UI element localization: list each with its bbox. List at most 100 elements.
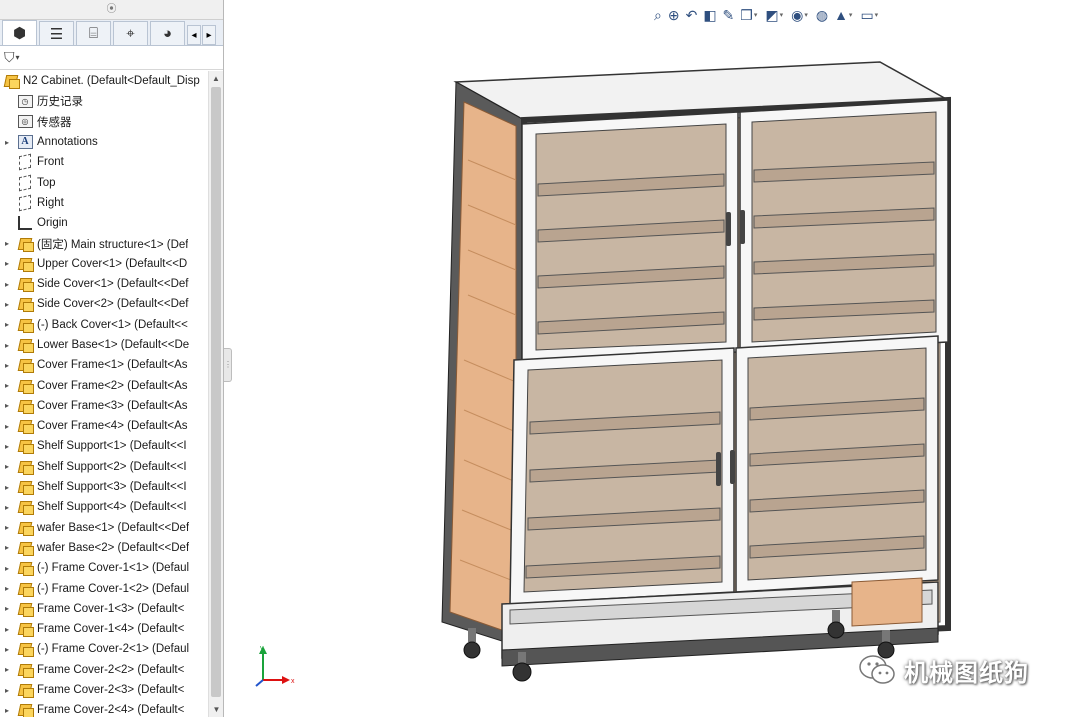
expand-arrow-icon[interactable]: ▸ <box>2 523 12 532</box>
tree-item[interactable]: ▸ (-) Frame Cover-1<1> (Defaul <box>0 558 208 578</box>
feature-manager-tab-icon[interactable]: ⬢ <box>2 20 37 45</box>
tree-item[interactable]: ▸ Frame Cover-2<3> (Default< <box>0 680 208 700</box>
expand-arrow-icon[interactable]: ▸ <box>2 584 12 593</box>
property-manager-tab-icon[interactable]: ☰ <box>39 21 74 45</box>
section-view-icon[interactable]: ◧ <box>703 7 716 24</box>
expand-arrow-icon[interactable]: ▸ <box>2 361 12 370</box>
chevron-down-icon[interactable]: ▾ <box>16 53 20 62</box>
expand-arrow-icon[interactable]: ▸ <box>2 645 12 654</box>
zoom-to-fit-icon[interactable]: ⌕ <box>654 7 662 24</box>
filter-bar: ⛉ ▾ <box>0 46 223 70</box>
expand-arrow-icon[interactable]: ▸ <box>2 259 12 268</box>
display-manager-tab-icon[interactable]: ◕ <box>150 21 185 45</box>
tree-item[interactable]: ▸ A Annotations <box>0 132 208 152</box>
tree-item[interactable]: ▸ (-) Frame Cover-2<1> (Defaul <box>0 639 208 659</box>
chevron-down-icon[interactable]: ▾ <box>780 11 784 19</box>
cabinet-model-render[interactable] <box>232 30 1080 717</box>
dynamic-annotation-icon[interactable]: ✎ <box>723 7 735 24</box>
view-settings-icon[interactable]: ▭ <box>860 7 873 24</box>
tree-item[interactable]: ▸ Shelf Support<4> (Default<<I <box>0 497 208 517</box>
expand-arrow-icon[interactable]: ▸ <box>2 320 12 329</box>
expand-arrow-icon[interactable]: ▸ <box>2 483 12 492</box>
tree-item[interactable]: ▸ Frame Cover-2<2> (Default< <box>0 660 208 680</box>
tree-item[interactable]: ◷ 历史记录 <box>0 91 208 111</box>
hide-show-items-icon[interactable]: ◉ <box>791 7 803 24</box>
expand-arrow-icon[interactable]: ▸ <box>2 543 12 552</box>
tree-item[interactable]: ▸ Lower Base<1> (Default<<De <box>0 335 208 355</box>
expand-arrow-icon[interactable]: ▸ <box>2 665 12 674</box>
expand-arrow-icon[interactable]: ▸ <box>2 341 12 350</box>
tree-item-label: Annotations <box>37 136 98 149</box>
tree-item[interactable]: Front <box>0 152 208 172</box>
tree-item[interactable]: ▸ Cover Frame<3> (Default<As <box>0 396 208 416</box>
tree-item[interactable]: ▸ Upper Cover<1> (Default<<D <box>0 254 208 274</box>
tree-item[interactable]: ▸ Cover Frame<4> (Default<As <box>0 416 208 436</box>
tree-scrollbar[interactable]: ▲ ▼ <box>208 71 223 717</box>
tree-item-label: 历史记录 <box>37 96 83 109</box>
tree-item[interactable]: ▸ Frame Cover-2<4> (Default< <box>0 700 208 717</box>
part-icon <box>16 296 34 313</box>
expand-arrow-icon[interactable]: ▸ <box>2 604 12 613</box>
expand-arrow-icon[interactable]: ▸ <box>2 381 12 390</box>
tree-item[interactable]: ◎ 传感器 <box>0 112 208 132</box>
tree-item[interactable]: Right <box>0 193 208 213</box>
tab-scroll-left-icon[interactable]: ◂ <box>187 25 201 45</box>
tree-item[interactable]: ▸ Frame Cover-1<3> (Default< <box>0 599 208 619</box>
tree-item[interactable]: Top <box>0 172 208 192</box>
tree-item[interactable]: ▸ Shelf Support<2> (Default<<I <box>0 457 208 477</box>
chevron-down-icon[interactable]: ▾ <box>754 11 758 19</box>
scrollbar-thumb[interactable] <box>211 87 221 697</box>
tree-item[interactable]: ▸ Shelf Support<3> (Default<<I <box>0 477 208 497</box>
tree-item[interactable]: ▸ (固定) Main structure<1> (Def <box>0 233 208 253</box>
apply-scene-icon[interactable]: ▲ <box>834 7 848 23</box>
expand-arrow-icon[interactable]: ▸ <box>2 138 12 147</box>
expand-arrow-icon[interactable]: ▸ <box>2 564 12 573</box>
tree-item-label: Side Cover<2> (Default<<Def <box>37 298 189 311</box>
tree-item[interactable]: ▸ Side Cover<2> (Default<<Def <box>0 294 208 314</box>
scroll-up-icon[interactable]: ▲ <box>209 71 223 86</box>
dimxpert-tab-icon[interactable]: ⌖ <box>113 21 148 45</box>
tree-item-label: 传感器 <box>37 116 72 129</box>
tree-item[interactable]: ▸ Frame Cover-1<4> (Default< <box>0 619 208 639</box>
manager-tab-bar: ⬢ ☰ ⌸ ⌖ ◕ ◂ ▸ <box>0 20 223 46</box>
tree-item[interactable]: ▸ Cover Frame<2> (Default<As <box>0 375 208 395</box>
expand-arrow-icon[interactable]: ▸ <box>2 442 12 451</box>
tree-item[interactable]: ▸ (-) Back Cover<1> (Default<< <box>0 315 208 335</box>
tree-item[interactable]: Origin <box>0 213 208 233</box>
display-style-icon[interactable]: ◩ <box>765 7 778 24</box>
tree-item[interactable]: ▸ Side Cover<1> (Default<<Def <box>0 274 208 294</box>
expand-arrow-icon[interactable]: ▸ <box>2 239 12 248</box>
filter-icon[interactable]: ⛉ <box>4 49 15 66</box>
tree-item[interactable]: ▸ Cover Frame<1> (Default<As <box>0 355 208 375</box>
expand-arrow-icon[interactable]: ▸ <box>2 280 12 289</box>
tree-item[interactable]: ▸ wafer Base<2> (Default<<Def <box>0 538 208 558</box>
expand-arrow-icon[interactable]: ▸ <box>2 686 12 695</box>
scroll-down-icon[interactable]: ▼ <box>209 702 224 717</box>
tree-item[interactable]: ▸ Shelf Support<1> (Default<<I <box>0 436 208 456</box>
expand-arrow-icon[interactable]: ▸ <box>2 503 12 512</box>
chevron-down-icon[interactable]: ▾ <box>875 11 879 19</box>
expand-arrow-icon[interactable]: ▸ <box>2 401 12 410</box>
zoom-to-area-icon[interactable]: ⊕ <box>668 7 680 24</box>
panel-splitter-handle[interactable]: ⋮ <box>224 348 232 382</box>
previous-view-icon[interactable]: ↶ <box>686 7 698 24</box>
chevron-down-icon[interactable]: ▾ <box>804 11 808 19</box>
tree-item-label: Frame Cover-2<3> (Default< <box>37 684 185 697</box>
graphics-viewport[interactable] <box>232 30 1080 717</box>
panel-grip[interactable]: ⦿ <box>0 0 223 20</box>
expand-arrow-icon[interactable]: ▸ <box>2 462 12 471</box>
chevron-down-icon[interactable]: ▾ <box>849 11 853 19</box>
expand-arrow-icon[interactable]: ▸ <box>2 625 12 634</box>
tree-item-label: Shelf Support<2> (Default<<I <box>37 460 187 473</box>
expand-arrow-icon[interactable]: ▸ <box>2 422 12 431</box>
view-orientation-icon[interactable]: ❒ <box>740 7 753 24</box>
expand-arrow-icon[interactable]: ▸ <box>2 706 12 715</box>
door-upper-left <box>521 111 739 363</box>
configuration-manager-tab-icon[interactable]: ⌸ <box>76 21 111 45</box>
tab-scroll-right-icon[interactable]: ▸ <box>202 25 216 45</box>
tree-item[interactable]: ▸ (-) Frame Cover-1<2> (Defaul <box>0 578 208 598</box>
tree-item[interactable]: ▸ wafer Base<1> (Default<<Def <box>0 518 208 538</box>
edit-appearance-icon[interactable]: ◍ <box>816 7 828 24</box>
tree-root-item[interactable]: N2 Cabinet. (Default<Default_Disp <box>0 71 208 91</box>
expand-arrow-icon[interactable]: ▸ <box>2 300 12 309</box>
